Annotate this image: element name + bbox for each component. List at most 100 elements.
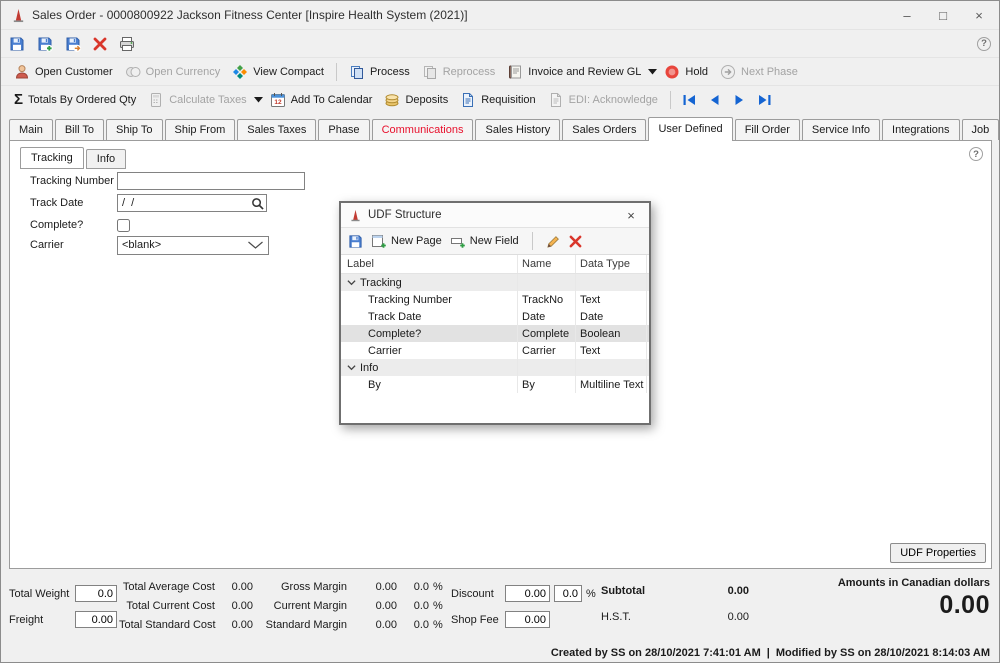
open-customer-button[interactable]: Open Customer bbox=[9, 62, 118, 82]
tab-communications[interactable]: Communications bbox=[371, 119, 474, 140]
udf-field-row[interactable]: Track Date Date Date bbox=[341, 308, 649, 325]
save-button[interactable] bbox=[9, 36, 25, 52]
tracking-number-input[interactable] bbox=[117, 172, 305, 190]
hst-label: H.S.T. bbox=[601, 611, 631, 623]
complete-checkbox[interactable] bbox=[117, 218, 130, 232]
date-lookup-magnifier-icon[interactable] bbox=[251, 197, 264, 210]
maximize-button[interactable]: □ bbox=[925, 2, 961, 28]
hold-icon bbox=[664, 64, 680, 80]
grand-total: 0.00 bbox=[939, 591, 990, 619]
subtotal-value: 0.00 bbox=[727, 585, 749, 597]
taxes-dropdown-caret-icon[interactable] bbox=[253, 96, 263, 103]
total-weight-input[interactable] bbox=[75, 585, 117, 602]
dialog-toolbar: New Page New Field bbox=[341, 228, 649, 255]
print-button[interactable] bbox=[119, 36, 135, 52]
subtab-strip: Tracking Info bbox=[20, 147, 128, 169]
track-date-input[interactable] bbox=[117, 194, 267, 212]
totals-by-ordered-qty-button[interactable]: Σ Totals By Ordered Qty bbox=[9, 90, 141, 109]
new-page-button[interactable]: New Page bbox=[371, 233, 442, 249]
customer-icon bbox=[14, 64, 30, 80]
tab-integrations[interactable]: Integrations bbox=[882, 119, 960, 140]
cancel-delete-button[interactable] bbox=[93, 37, 107, 51]
tab-main[interactable]: Main bbox=[9, 119, 53, 140]
nav-previous-button[interactable] bbox=[707, 93, 722, 107]
requisition-button[interactable]: Requisition bbox=[455, 90, 540, 110]
udf-field-row-selected[interactable]: Complete? Complete Boolean bbox=[341, 325, 649, 342]
discount-percent-input[interactable] bbox=[554, 585, 582, 602]
tab-fill-order[interactable]: Fill Order bbox=[734, 119, 800, 140]
standard-margin-label: Standard Margin bbox=[265, 619, 347, 631]
udf-properties-button[interactable]: UDF Properties bbox=[890, 543, 986, 563]
window-title: Sales Order - 0000800922 Jackson Fitness… bbox=[32, 8, 468, 22]
shop-fee-input[interactable] bbox=[505, 611, 550, 628]
open-currency-button[interactable]: Open Currency bbox=[120, 62, 226, 82]
dialog-save-button[interactable] bbox=[348, 234, 363, 249]
carrier-value: <blank> bbox=[122, 239, 162, 251]
current-margin-value: 0.00 bbox=[375, 600, 397, 612]
help-icon[interactable]: ? bbox=[977, 36, 991, 51]
tab-user-defined[interactable]: User Defined bbox=[648, 117, 733, 141]
subtab-info[interactable]: Info bbox=[85, 149, 127, 169]
nav-last-button[interactable] bbox=[757, 93, 772, 107]
column-name: Name bbox=[518, 255, 576, 273]
status-created-modified: Created by SS on 28/10/2021 7:41:01 AM |… bbox=[551, 647, 990, 659]
add-to-calendar-button[interactable]: 12 Add To Calendar bbox=[265, 90, 378, 110]
save-close-button[interactable] bbox=[65, 36, 81, 52]
tree-collapse-icon[interactable] bbox=[347, 363, 356, 372]
total-standard-cost-value: 0.00 bbox=[231, 619, 253, 631]
tab-service-info[interactable]: Service Info bbox=[801, 119, 881, 140]
tab-sales-history[interactable]: Sales History bbox=[475, 119, 561, 140]
minimize-button[interactable]: – bbox=[889, 2, 925, 28]
new-field-button[interactable]: New Field bbox=[450, 233, 519, 249]
deposits-button[interactable]: Deposits bbox=[379, 90, 453, 110]
delete-field-button[interactable] bbox=[569, 235, 582, 248]
dialog-close-icon[interactable]: × bbox=[621, 208, 641, 223]
user-defined-panel: Tracking Info ? Tracking Number Track Da… bbox=[9, 140, 992, 569]
totals-footer: Total Weight Freight Total Average Cost … bbox=[1, 569, 999, 662]
udf-group-row[interactable]: Tracking bbox=[341, 274, 649, 291]
invoice-review-gl-button[interactable]: Invoice and Review GL bbox=[502, 62, 646, 82]
freight-label: Freight bbox=[9, 613, 44, 626]
edit-pencil-button[interactable] bbox=[546, 234, 561, 249]
nav-first-button[interactable] bbox=[682, 93, 697, 107]
tab-sales-orders[interactable]: Sales Orders bbox=[562, 119, 647, 140]
coins-icon bbox=[384, 92, 400, 108]
subtab-tracking[interactable]: Tracking bbox=[20, 147, 84, 169]
process-button[interactable]: Process bbox=[344, 62, 415, 82]
tab-ship-to[interactable]: Ship To bbox=[106, 119, 163, 140]
freight-input[interactable] bbox=[75, 611, 117, 628]
tab-job[interactable]: Job bbox=[961, 119, 999, 140]
nav-next-button[interactable] bbox=[732, 93, 747, 107]
tab-phase[interactable]: Phase bbox=[318, 119, 370, 140]
save-new-button[interactable] bbox=[37, 36, 53, 52]
currency-icon bbox=[125, 64, 141, 80]
file-toolbar: ? bbox=[1, 29, 999, 57]
reprocess-button[interactable]: Reprocess bbox=[417, 62, 501, 82]
close-button[interactable]: × bbox=[961, 2, 997, 28]
udf-group-row[interactable]: Info bbox=[341, 359, 649, 376]
separator bbox=[531, 232, 533, 250]
tree-collapse-icon[interactable] bbox=[347, 278, 356, 287]
panel-help-icon[interactable]: ? bbox=[969, 147, 983, 161]
tools-toolbar: Σ Totals By Ordered Qty Calculate Taxes … bbox=[1, 85, 999, 113]
reprocess-icon bbox=[422, 64, 438, 80]
edi-acknowledge-button[interactable]: EDI: Acknowledge bbox=[543, 90, 663, 110]
view-compact-button[interactable]: View Compact bbox=[227, 62, 329, 82]
tab-bill-to[interactable]: Bill To bbox=[54, 119, 104, 140]
carrier-dropdown[interactable]: <blank> bbox=[117, 235, 269, 255]
invoice-dropdown-caret-icon[interactable] bbox=[648, 68, 658, 75]
tab-ship-from[interactable]: Ship From bbox=[164, 119, 236, 140]
process-icon bbox=[349, 64, 365, 80]
discount-amount-input[interactable] bbox=[505, 585, 550, 602]
hold-button[interactable]: Hold bbox=[659, 62, 713, 82]
created-text: Created by SS on 28/10/2021 7:41:01 AM bbox=[550, 647, 761, 659]
udf-field-row[interactable]: Carrier Carrier Text bbox=[341, 342, 649, 359]
udf-field-row[interactable]: Tracking Number TrackNo Text bbox=[341, 291, 649, 308]
next-phase-button[interactable]: Next Phase bbox=[715, 62, 803, 82]
udf-field-row[interactable]: By By Multiline Text bbox=[341, 376, 649, 393]
percent-sign: % bbox=[433, 581, 443, 593]
chevron-down-icon bbox=[247, 241, 264, 250]
tab-sales-taxes[interactable]: Sales Taxes bbox=[237, 119, 317, 140]
svg-text:12: 12 bbox=[274, 99, 282, 106]
calculate-taxes-button[interactable]: Calculate Taxes bbox=[143, 90, 251, 110]
